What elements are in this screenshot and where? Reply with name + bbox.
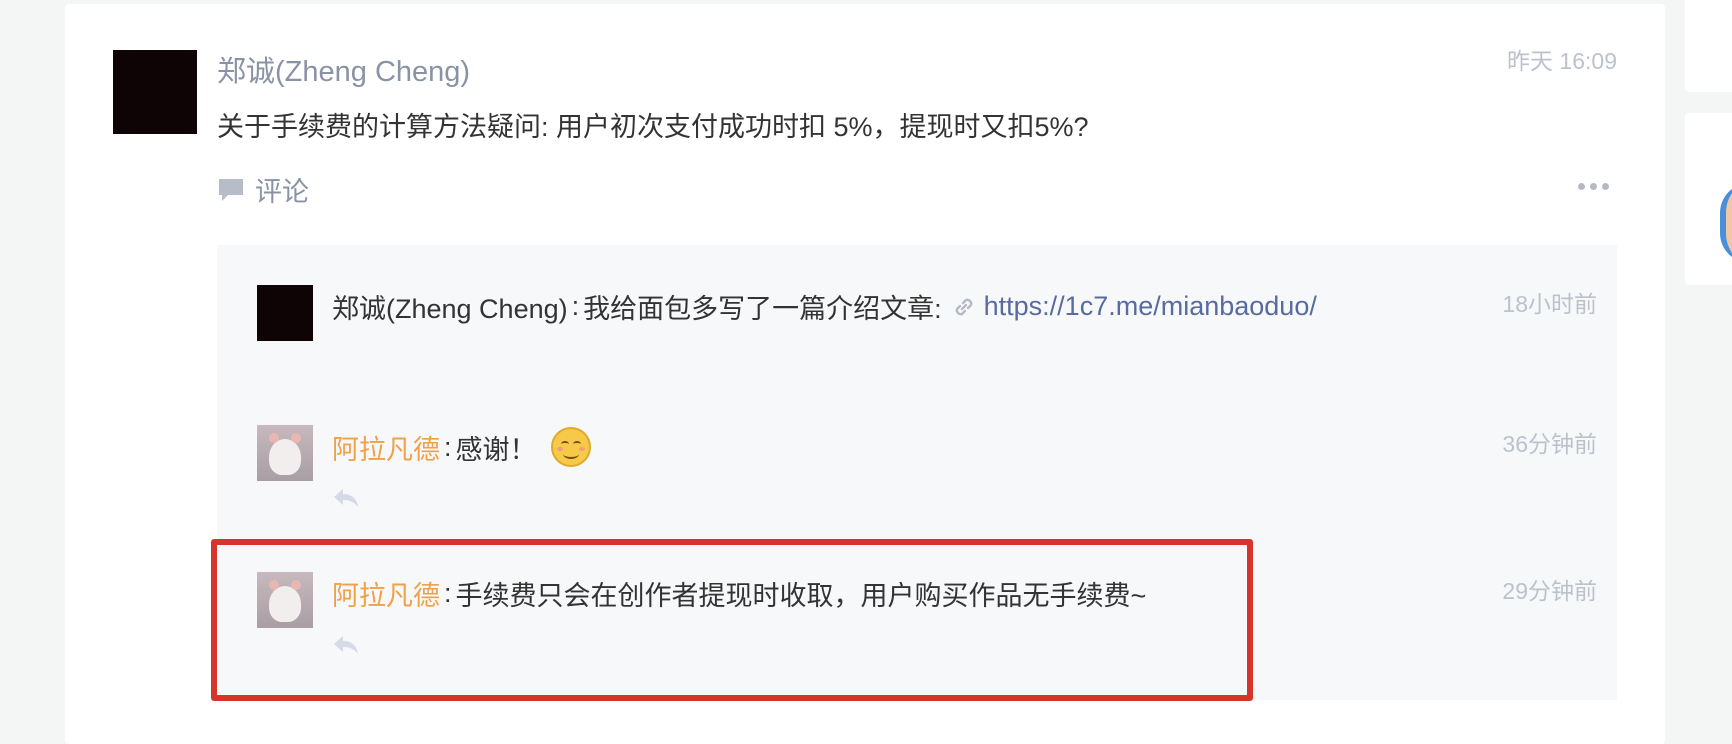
reply-avatar[interactable] <box>257 285 313 341</box>
reply-author[interactable]: 郑诚(Zheng Cheng) <box>332 287 568 326</box>
reply-item: 郑诚(Zheng Cheng) : 我给面包多写了一篇介绍文章: https:/… <box>257 285 1597 345</box>
reply-text: 我给面包多写了一篇介绍文章: <box>583 294 942 324</box>
reply-content: 郑诚(Zheng Cheng) : 我给面包多写了一篇介绍文章: https:/… <box>332 287 1317 326</box>
link-url[interactable]: https://1c7.me/mianbaoduo/ <box>984 291 1317 322</box>
emoji-eye <box>572 441 581 447</box>
comment-button[interactable]: 评论 <box>217 170 309 209</box>
reply-author[interactable]: 阿拉凡德 <box>332 428 440 467</box>
reply-time: 18小时前 <box>1502 291 1597 317</box>
reply-time: 36分钟前 <box>1502 431 1597 457</box>
avatar-figure <box>269 439 301 475</box>
emoji-eye <box>560 441 569 447</box>
reply-separator: : <box>571 291 580 321</box>
more-dot <box>1590 183 1597 190</box>
reply-text: 感谢！ <box>455 434 537 465</box>
avatar-ear <box>291 433 301 443</box>
more-options-button[interactable] <box>1578 183 1609 190</box>
reply-arrow-icon <box>334 489 358 507</box>
sidebar-illustration <box>1720 183 1732 263</box>
smiling-face-emoji <box>550 427 591 467</box>
reply-time: 29分钟前 <box>1502 578 1597 604</box>
post-author[interactable]: 郑诚(Zheng Cheng) <box>217 48 470 90</box>
author-avatar[interactable] <box>113 50 197 134</box>
reply-link[interactable]: https://1c7.me/mianbaoduo/ <box>950 291 1317 322</box>
emoji-cheek <box>578 447 585 451</box>
sidebar-card <box>1685 0 1732 92</box>
highlight-annotation-box <box>211 539 1253 701</box>
sidebar-card-avatar <box>1685 113 1732 285</box>
emoji-cheek <box>556 447 563 451</box>
post-text: 关于手续费的计算方法疑问: 用户初次支付成功时扣 5%，提现时又扣5%? <box>217 112 1089 142</box>
reply-avatar[interactable] <box>257 425 313 481</box>
comment-label: 评论 <box>255 177 309 207</box>
more-dots-icon <box>1578 183 1585 190</box>
speech-bubble-icon <box>219 178 243 201</box>
post-timestamp: 昨天 16:09 <box>1507 48 1617 74</box>
emoji-mouth <box>562 449 579 459</box>
reply-separator: : <box>444 431 452 462</box>
link-icon <box>955 298 973 315</box>
reply-content: 阿拉凡德 : 感谢！ <box>332 427 591 467</box>
reply-item: 阿拉凡德 : 感谢！ 36分钟前 <box>257 425 1597 525</box>
reply-button[interactable] <box>332 487 360 514</box>
avatar-ear <box>269 433 279 443</box>
more-dot <box>1602 183 1609 190</box>
